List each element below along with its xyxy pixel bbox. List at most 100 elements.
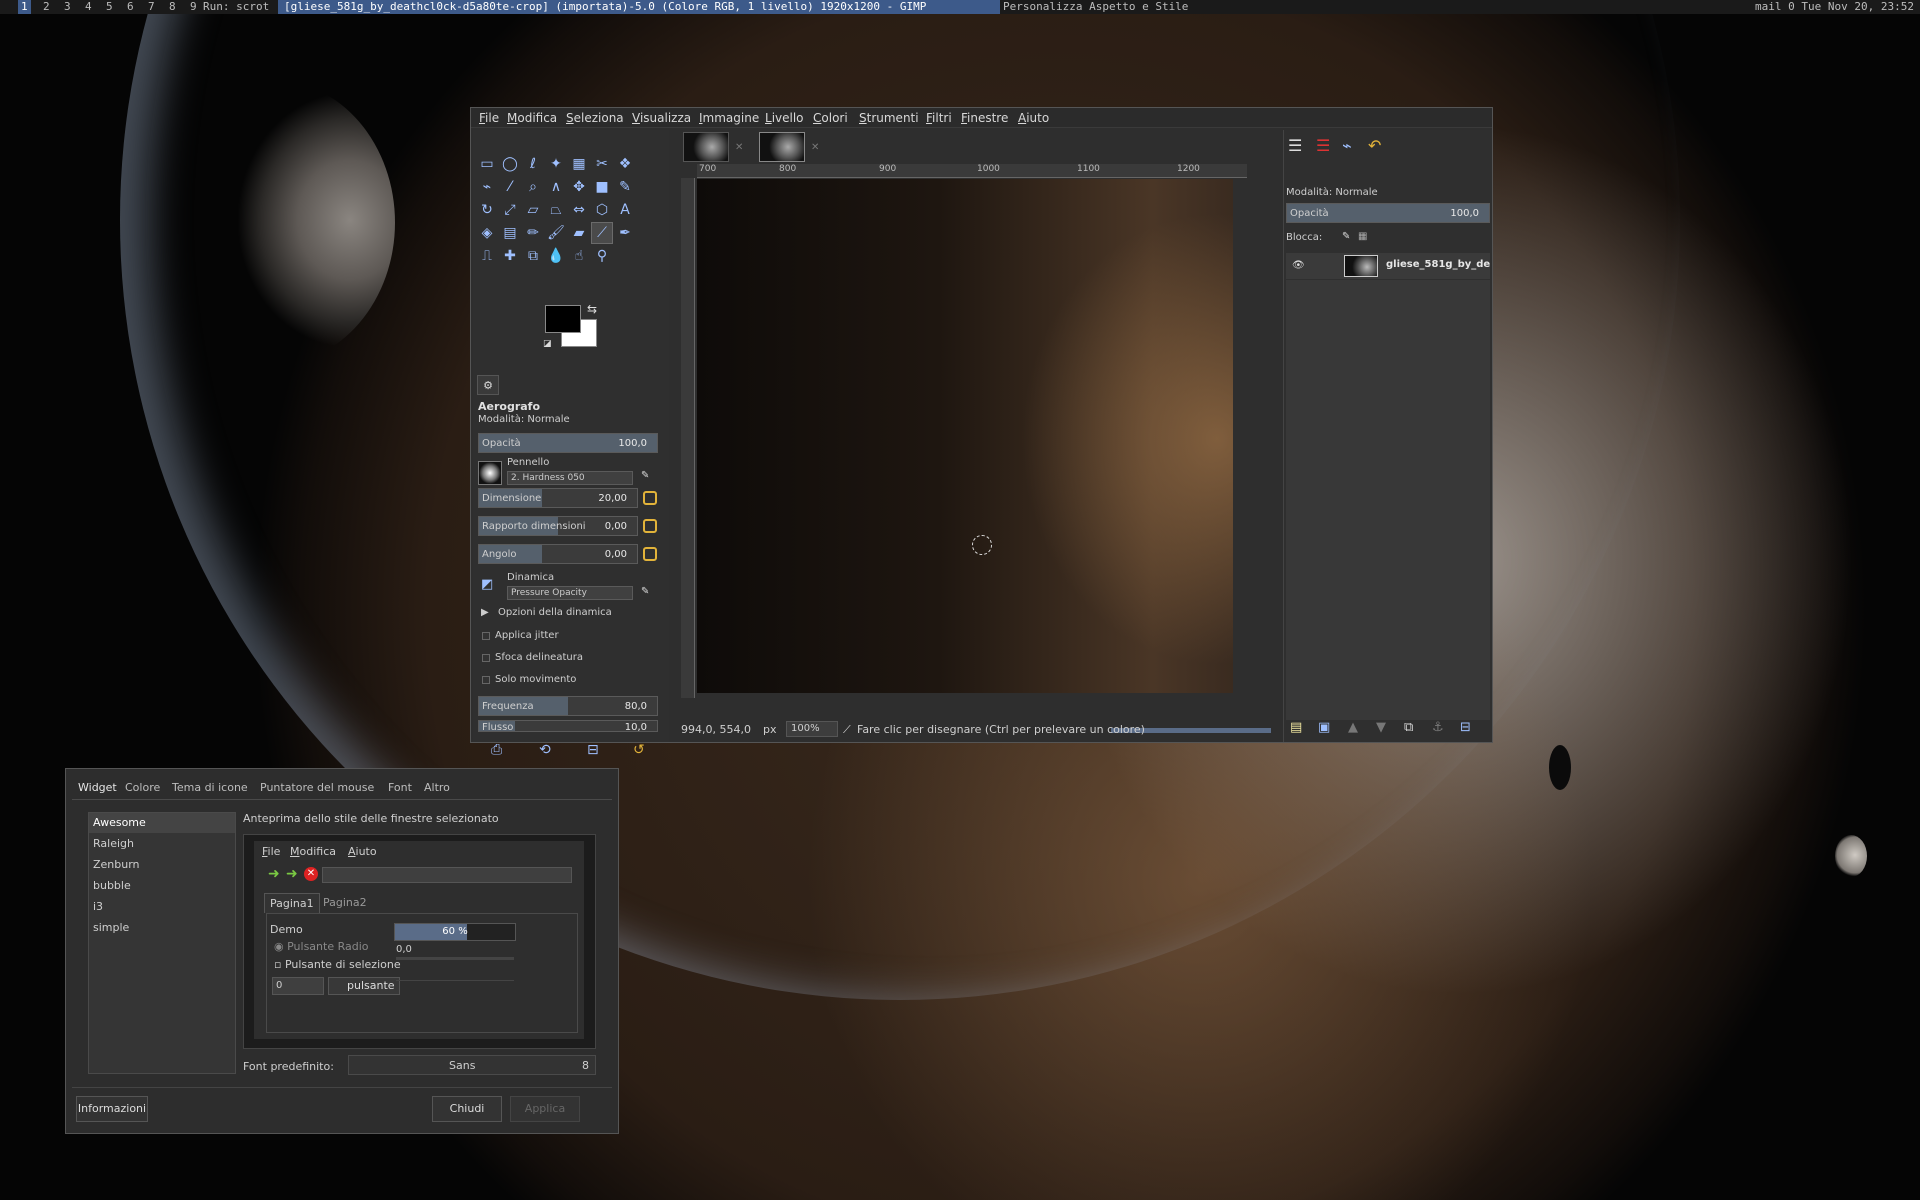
- dynamics-edit-icon[interactable]: ✎: [641, 586, 649, 597]
- lower-layer-icon[interactable]: ▼: [1376, 720, 1386, 735]
- font-chooser-button[interactable]: Sans 8: [348, 1055, 596, 1075]
- menu-help[interactable]: Aiuto: [1018, 111, 1049, 125]
- image-canvas[interactable]: [697, 179, 1233, 693]
- apply-button[interactable]: Applica: [510, 1096, 580, 1122]
- new-layer-group-icon[interactable]: ▣: [1318, 720, 1330, 735]
- close-button[interactable]: Chiudi: [432, 1096, 502, 1122]
- delete-options-icon[interactable]: ⊟: [587, 742, 599, 758]
- image-tab-1[interactable]: [683, 132, 729, 162]
- pencil-icon[interactable]: ✏: [522, 222, 544, 244]
- text-icon[interactable]: A: [614, 199, 636, 221]
- zoom-icon[interactable]: ⌕: [522, 176, 544, 198]
- shear-icon[interactable]: ▱: [522, 199, 544, 221]
- menu-windows[interactable]: Finestre: [961, 111, 1008, 125]
- theme-item[interactable]: Raleigh: [89, 834, 235, 854]
- foreground-color[interactable]: [545, 305, 581, 333]
- workspace-5[interactable]: 5: [103, 0, 116, 14]
- anchor-layer-icon[interactable]: ⚓: [1432, 720, 1444, 735]
- swap-colors-icon[interactable]: ⇆: [587, 302, 597, 316]
- about-button[interactable]: Informazioni: [76, 1096, 148, 1122]
- align-icon[interactable]: ■: [591, 176, 613, 198]
- blend-icon[interactable]: ▤: [499, 222, 521, 244]
- theme-item[interactable]: bubble: [89, 876, 235, 896]
- channels-tab-icon[interactable]: ☰: [1316, 136, 1330, 155]
- paths-tab-icon[interactable]: ⌁: [1342, 136, 1352, 155]
- dynamics-options-expander[interactable]: Opzioni della dinamica: [498, 607, 612, 618]
- menu-view[interactable]: Visualizza: [632, 111, 691, 125]
- layers-list-area[interactable]: [1286, 280, 1490, 720]
- paint-mode-select[interactable]: Modalità: Normale: [478, 414, 570, 425]
- menu-select[interactable]: Seleziona: [566, 111, 624, 125]
- paintbrush-icon[interactable]: 🖌: [545, 222, 567, 244]
- theme-item[interactable]: i3: [89, 897, 235, 917]
- paths-icon[interactable]: ⌁: [476, 176, 498, 198]
- expander-arrow-icon[interactable]: ▶: [481, 607, 489, 618]
- heal-icon[interactable]: ✚: [499, 245, 521, 267]
- close-tab-icon[interactable]: ✕: [735, 142, 743, 153]
- lock-pixels-icon[interactable]: ✎: [1342, 231, 1350, 242]
- menu-filters[interactable]: Filtri: [926, 111, 952, 125]
- brush-preview[interactable]: [478, 461, 502, 485]
- ink-icon[interactable]: ✒: [614, 222, 636, 244]
- restore-options-icon[interactable]: ⟲: [539, 742, 551, 758]
- menu-edit[interactable]: Modifica: [507, 111, 557, 125]
- layer-opacity-slider[interactable]: Opacità 100,0: [1286, 203, 1490, 223]
- save-options-icon[interactable]: ⎙: [491, 742, 502, 758]
- aspect-ratio-slider[interactable]: Rapporto dimensioni 0,00: [478, 516, 638, 536]
- image-tab-2[interactable]: [759, 132, 805, 162]
- foreground-select-icon[interactable]: ❖: [614, 153, 636, 175]
- reset-options-icon[interactable]: ↺: [633, 742, 645, 758]
- flip-icon[interactable]: ⇔: [568, 199, 590, 221]
- lock-alpha-icon[interactable]: ▦: [1358, 231, 1367, 242]
- dynamics-select[interactable]: Pressure Opacity: [507, 586, 633, 600]
- opacity-slider[interactable]: Opacità 100,0: [478, 433, 658, 453]
- workspace-2[interactable]: 2: [40, 0, 53, 14]
- tab-icon-theme[interactable]: Tema di icone: [172, 781, 248, 794]
- unit-select[interactable]: px: [763, 723, 777, 736]
- visibility-eye-icon[interactable]: 👁: [1292, 260, 1305, 271]
- tab-color[interactable]: Colore: [125, 781, 160, 794]
- dynamics-icon[interactable]: ◩: [481, 577, 493, 592]
- bucket-fill-icon[interactable]: ◈: [476, 222, 498, 244]
- color-picker-icon[interactable]: ⁄: [499, 176, 521, 198]
- close-tab-icon[interactable]: ✕: [811, 142, 819, 153]
- theme-item[interactable]: simple: [89, 918, 235, 938]
- smudge-icon[interactable]: ☝: [568, 245, 590, 267]
- workspace-8[interactable]: 8: [166, 0, 179, 14]
- inactive-window-title[interactable]: Personalizza Aspetto e Stile: [1003, 0, 1188, 14]
- eraser-icon[interactable]: ▰: [568, 222, 590, 244]
- layer-row[interactable]: 👁 gliese_581g_by_death: [1286, 253, 1490, 279]
- workspace-7[interactable]: 7: [145, 0, 158, 14]
- perspective-clone-icon[interactable]: ⧉: [522, 245, 544, 267]
- reset-size-icon[interactable]: [643, 491, 657, 505]
- menu-colors[interactable]: Colori: [813, 111, 848, 125]
- motion-checkbox[interactable]: [482, 676, 490, 684]
- reset-ratio-icon[interactable]: [643, 519, 657, 533]
- tab-mouse-cursor[interactable]: Puntatore del mouse: [260, 781, 374, 794]
- workspace-1[interactable]: 1: [18, 0, 31, 14]
- layer-mode-select[interactable]: Modalità: Normale: [1286, 187, 1378, 198]
- workspace-4[interactable]: 4: [82, 0, 95, 14]
- blur-icon[interactable]: 💧: [545, 245, 567, 267]
- rect-select-icon[interactable]: ▭: [476, 153, 498, 175]
- menu-image[interactable]: Immagine: [699, 111, 759, 125]
- angle-slider[interactable]: Angolo 0,00: [478, 544, 638, 564]
- smooth-checkbox[interactable]: [482, 654, 490, 662]
- tab-font[interactable]: Font: [388, 781, 412, 794]
- delete-layer-icon[interactable]: ⊟: [1460, 720, 1471, 735]
- tab-other[interactable]: Altro: [424, 781, 450, 794]
- workspace-3[interactable]: 3: [61, 0, 74, 14]
- layer-name[interactable]: gliese_581g_by_death: [1386, 259, 1490, 270]
- menu-tools[interactable]: Strumenti: [859, 111, 919, 125]
- layers-tab-icon[interactable]: ☰: [1288, 136, 1302, 155]
- measure-icon[interactable]: ∧: [545, 176, 567, 198]
- brush-edit-icon[interactable]: ✎: [641, 470, 649, 481]
- lasso-icon[interactable]: ℓ: [522, 153, 544, 175]
- new-layer-icon[interactable]: ▤: [1290, 720, 1302, 735]
- flow-slider[interactable]: Flusso 10,0: [478, 720, 658, 732]
- undo-history-tab-icon[interactable]: ↶: [1368, 136, 1381, 155]
- duplicate-layer-icon[interactable]: ⧉: [1404, 720, 1413, 735]
- crop-icon[interactable]: ✎: [614, 176, 636, 198]
- airbrush-icon[interactable]: ⟋: [591, 222, 613, 244]
- select-by-color-icon[interactable]: ▦: [568, 153, 590, 175]
